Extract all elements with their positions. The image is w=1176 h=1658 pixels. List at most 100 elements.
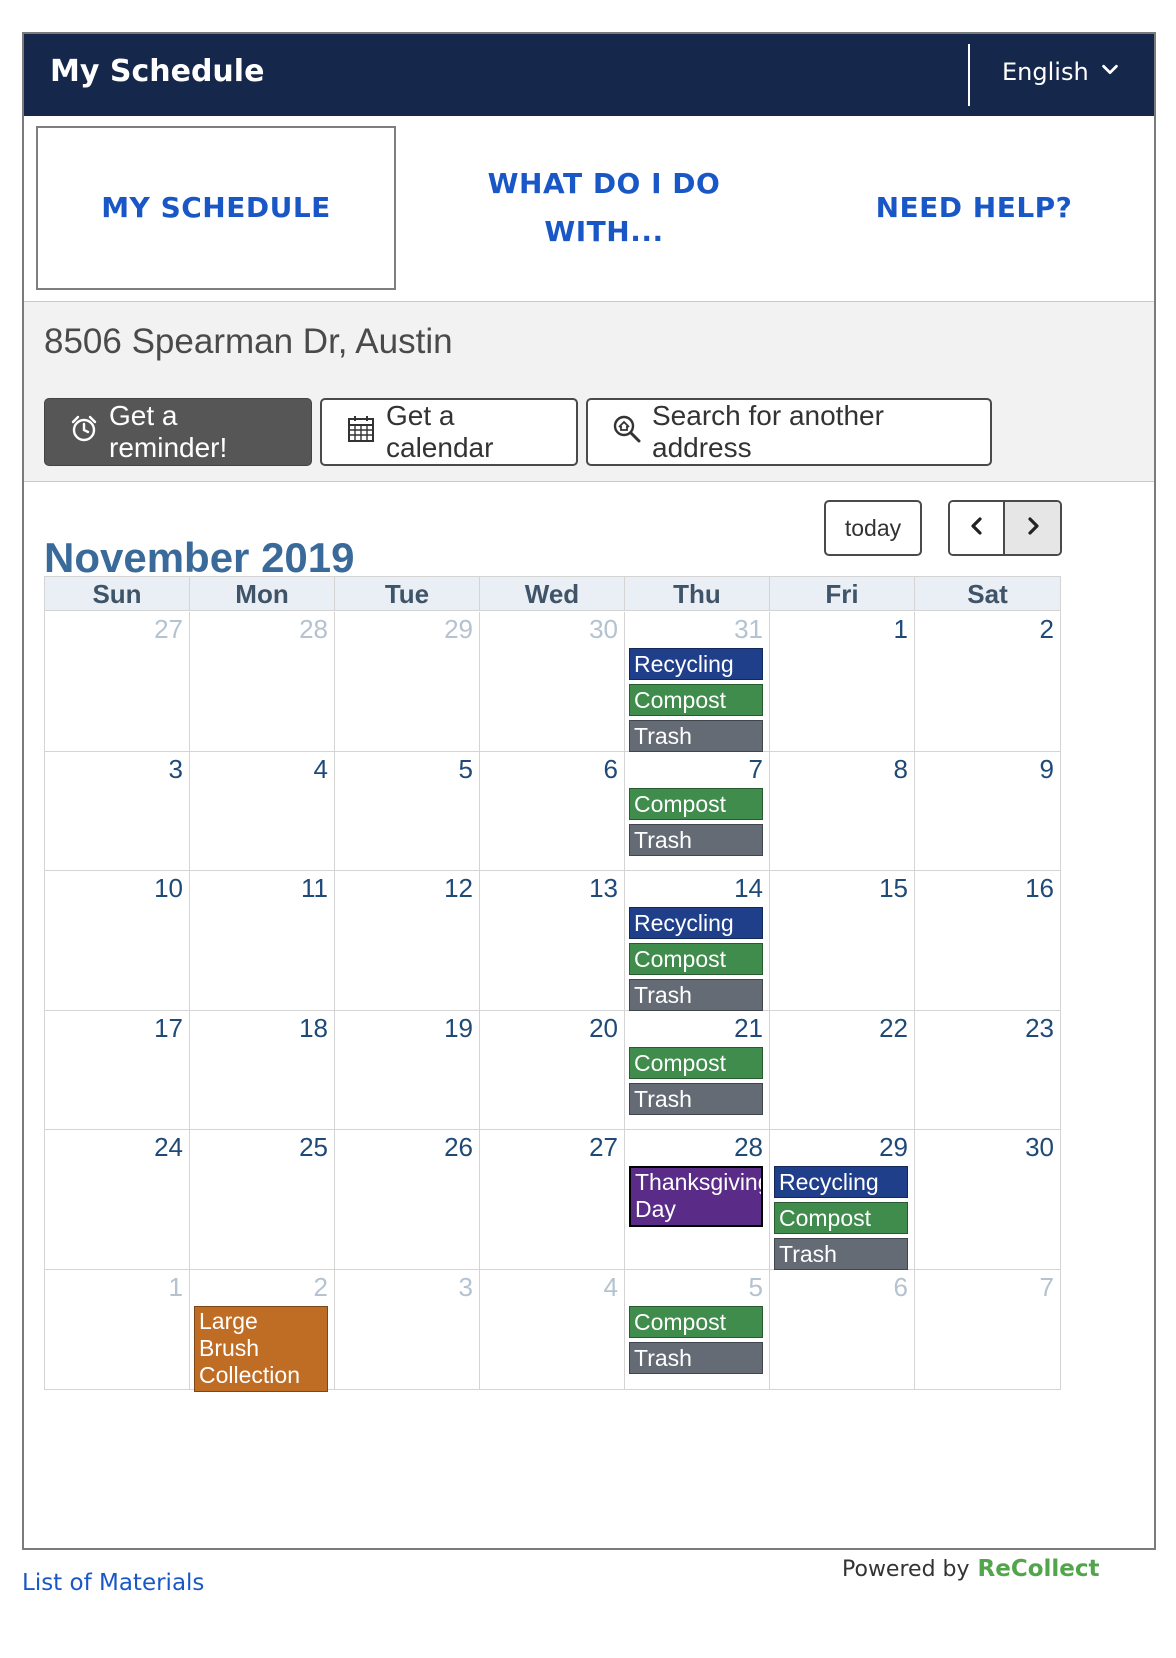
calendar-day-cell[interactable]: 22 xyxy=(770,1011,915,1129)
tab-need-help[interactable]: NEED HELP? xyxy=(824,126,1124,290)
calendar-day-cell[interactable]: 28 xyxy=(190,612,335,751)
day-number: 12 xyxy=(444,873,473,903)
tab-label: NEED HELP? xyxy=(875,191,1073,224)
calendar-day-cell[interactable]: 28 Thanksgiving Day xyxy=(625,1130,770,1269)
calendar-day-cell[interactable]: 26 xyxy=(335,1130,480,1269)
calendar-day-cell[interactable]: 12 xyxy=(335,871,480,1010)
event-recycling[interactable]: Recycling xyxy=(629,907,763,939)
calendar-day-cell[interactable]: 13 xyxy=(480,871,625,1010)
day-number: 29 xyxy=(444,614,473,644)
day-number: 6 xyxy=(893,1272,908,1302)
calendar-day-cell[interactable]: 7 Compost Trash xyxy=(625,752,770,870)
next-month-button[interactable] xyxy=(1005,502,1060,554)
calendar-day-cell[interactable]: 25 xyxy=(190,1130,335,1269)
calendar-title: November 2019 xyxy=(44,534,355,581)
calendar-day-cell[interactable]: 21 Compost Trash xyxy=(625,1011,770,1129)
day-number: 31 xyxy=(734,614,763,644)
calendar-day-cell[interactable]: 8 xyxy=(770,752,915,870)
recollect-logo[interactable]: ReCollect xyxy=(978,1556,1100,1582)
event-trash[interactable]: Trash xyxy=(629,1342,763,1374)
day-number: 4 xyxy=(313,754,328,784)
day-events: Compost Trash xyxy=(629,1047,763,1115)
event-compost[interactable]: Compost xyxy=(629,684,763,716)
calendar-day-cell[interactable]: 27 xyxy=(45,612,190,751)
days-of-week-header: Sun Mon Tue Wed Thu Fri Sat xyxy=(45,577,1060,611)
calendar-day-cell[interactable]: 3 xyxy=(335,1270,480,1390)
calendar-day-cell[interactable]: 11 xyxy=(190,871,335,1010)
day-events: Large Brush Collection xyxy=(194,1306,328,1392)
powered-by: Powered by ReCollect xyxy=(842,1556,1100,1582)
calendar-day-cell[interactable]: 18 xyxy=(190,1011,335,1129)
day-number: 22 xyxy=(879,1013,908,1043)
calendar-day-cell[interactable]: 31 Recycling Compost Trash xyxy=(625,612,770,752)
list-of-materials-link[interactable]: List of Materials xyxy=(22,1570,204,1596)
calendar-week: 3 4 5 6 7 Compost Trash 8 9 xyxy=(45,752,1060,871)
event-recycling[interactable]: Recycling xyxy=(629,648,763,680)
calendar-day-cell[interactable]: 9 xyxy=(915,752,1060,870)
day-of-week-header: Thu xyxy=(625,577,770,611)
get-reminder-button[interactable]: Get a reminder! xyxy=(44,398,312,466)
tab-label: WHAT DO I DO WITH... xyxy=(487,167,721,248)
event-compost[interactable]: Compost xyxy=(629,1306,763,1338)
tab-label: MY SCHEDULE xyxy=(101,191,331,224)
calendar-day-cell[interactable]: 14 Recycling Compost Trash xyxy=(625,871,770,1011)
calendar-day-cell[interactable]: 7 xyxy=(915,1270,1060,1390)
day-of-week-header: Wed xyxy=(480,577,625,611)
event-brush[interactable]: Large Brush Collection xyxy=(194,1306,328,1392)
event-compost[interactable]: Compost xyxy=(629,788,763,820)
calendar-day-cell[interactable]: 19 xyxy=(335,1011,480,1129)
day-events: Thanksgiving Day xyxy=(629,1166,763,1227)
calendar-day-cell[interactable]: 15 xyxy=(770,871,915,1010)
calendar-day-cell[interactable]: 29 xyxy=(335,612,480,751)
event-trash[interactable]: Trash xyxy=(629,824,763,856)
calendar-day-cell[interactable]: 6 xyxy=(770,1270,915,1390)
event-trash[interactable]: Trash xyxy=(629,979,763,1011)
tab-what-do-i-do-with[interactable]: WHAT DO I DO WITH... xyxy=(454,126,754,290)
language-selector[interactable]: English xyxy=(1002,58,1121,86)
calendar-day-cell[interactable]: 10 xyxy=(45,871,190,1010)
calendar-day-cell[interactable]: 1 xyxy=(45,1270,190,1390)
calendar-day-cell[interactable]: 29 Recycling Compost Trash xyxy=(770,1130,915,1270)
app-title: My Schedule xyxy=(50,54,265,89)
event-recycling[interactable]: Recycling xyxy=(774,1166,908,1198)
event-trash[interactable]: Trash xyxy=(774,1238,908,1270)
get-calendar-button[interactable]: Get a calendar xyxy=(320,398,578,466)
calendar-day-cell[interactable]: 27 xyxy=(480,1130,625,1269)
calendar-day-cell[interactable]: 4 xyxy=(480,1270,625,1390)
chevron-right-icon xyxy=(1021,514,1045,542)
calendar-day-cell[interactable]: 30 xyxy=(915,1130,1060,1269)
calendar-day-cell[interactable]: 4 xyxy=(190,752,335,870)
day-number: 6 xyxy=(603,754,618,784)
calendar-day-cell[interactable]: 6 xyxy=(480,752,625,870)
event-compost[interactable]: Compost xyxy=(629,943,763,975)
calendar-day-cell[interactable]: 5 Compost Trash xyxy=(625,1270,770,1390)
day-number: 17 xyxy=(154,1013,183,1043)
day-of-week-header: Tue xyxy=(335,577,480,611)
chevron-left-icon xyxy=(965,514,989,542)
calendar-day-cell[interactable]: 17 xyxy=(45,1011,190,1129)
calendar-day-cell[interactable]: 30 xyxy=(480,612,625,751)
search-address-button[interactable]: Search for another address xyxy=(586,398,992,466)
event-trash[interactable]: Trash xyxy=(629,720,763,752)
alarm-clock-icon xyxy=(69,414,99,451)
prev-month-button[interactable] xyxy=(950,502,1006,554)
calendar-day-cell[interactable]: 20 xyxy=(480,1011,625,1129)
day-number: 15 xyxy=(879,873,908,903)
event-compost[interactable]: Compost xyxy=(629,1047,763,1079)
calendar-day-cell[interactable]: 16 xyxy=(915,871,1060,1010)
header-divider xyxy=(968,44,970,106)
today-button[interactable]: today xyxy=(824,500,922,556)
tab-my-schedule[interactable]: MY SCHEDULE xyxy=(36,126,396,290)
event-holiday[interactable]: Thanksgiving Day xyxy=(629,1166,763,1227)
day-number: 7 xyxy=(1039,1272,1054,1302)
calendar-day-cell[interactable]: 24 xyxy=(45,1130,190,1269)
calendar-day-cell[interactable]: 2 xyxy=(915,612,1060,751)
calendar-day-cell[interactable]: 5 xyxy=(335,752,480,870)
calendar-day-cell[interactable]: 23 xyxy=(915,1011,1060,1129)
calendar-day-cell[interactable]: 2 Large Brush Collection xyxy=(190,1270,335,1392)
day-number: 16 xyxy=(1025,873,1054,903)
event-compost[interactable]: Compost xyxy=(774,1202,908,1234)
calendar-day-cell[interactable]: 3 xyxy=(45,752,190,870)
event-trash[interactable]: Trash xyxy=(629,1083,763,1115)
calendar-day-cell[interactable]: 1 xyxy=(770,612,915,751)
